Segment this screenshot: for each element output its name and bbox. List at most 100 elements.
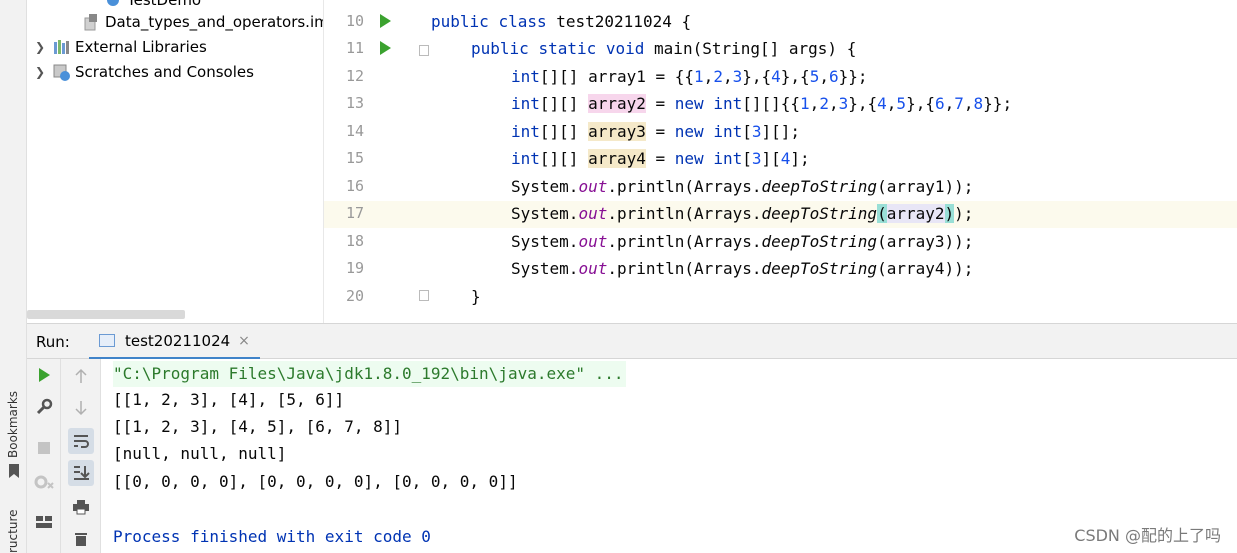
console-line: [[0, 0, 0, 0], [0, 0, 0, 0], [0, 0, 0, 0… [113, 472, 518, 491]
code-token: [][] [539, 149, 589, 168]
left-tool-strip: Bookmarks ructure [0, 0, 27, 553]
iml-file-icon [83, 14, 101, 31]
code-line-16: System.out.println(Arrays.deepToString(a… [511, 173, 973, 200]
structure-tool-label[interactable]: ructure [6, 510, 20, 553]
code-token: , [809, 94, 820, 113]
line-number: 11 [345, 39, 364, 57]
print-icon[interactable] [68, 494, 94, 520]
code-token: , [963, 94, 974, 113]
matched-brace: ) [944, 204, 955, 223]
code-token: 3 [751, 149, 762, 168]
code-token: int [511, 94, 540, 113]
code-token: 4 [771, 67, 781, 86]
code-token: 2 [713, 67, 723, 86]
bookmarks-tool-label[interactable]: Bookmarks [6, 391, 20, 458]
bookmark-icon[interactable] [9, 463, 19, 478]
trash-icon[interactable] [68, 526, 94, 552]
console-line: [[1, 2, 3], [4], [5, 6]] [113, 390, 345, 409]
code-token: [ [742, 122, 752, 141]
code-token: out [578, 259, 608, 278]
code-token: System. [511, 232, 579, 251]
code-token: 1 [800, 94, 810, 113]
code-token: 4 [780, 149, 791, 168]
tree-item-external-libraries[interactable]: ❯ External Libraries [33, 35, 207, 59]
run-main-icon[interactable] [380, 41, 391, 55]
code-token: int [511, 122, 540, 141]
run-tab[interactable]: test20211024 × [89, 324, 260, 360]
code-token: static [538, 39, 597, 58]
code-token: test20211024 { [546, 12, 692, 31]
code-token: new [674, 149, 704, 168]
line-number: 18 [345, 232, 364, 250]
code-line-14: int[][] array3 = new int[3][]; [511, 118, 800, 145]
code-token: deepToString [761, 232, 878, 251]
code-token: = [645, 94, 675, 113]
tree-horizontal-scrollbar[interactable] [27, 310, 185, 319]
line-number: 10 [345, 12, 364, 30]
code-token: public [471, 39, 529, 58]
tree-item-iml-file[interactable]: Data_types_and_operators.iml [83, 10, 323, 34]
close-icon[interactable]: × [238, 333, 250, 349]
code-token: },{ [780, 67, 810, 86]
console-exit-line: Process finished with exit code 0 [113, 527, 431, 546]
soft-wrap-icon[interactable] [68, 428, 94, 454]
wrench-icon[interactable] [31, 394, 57, 420]
code-line-15: int[][] array4 = new int[3][4]; [511, 145, 810, 172]
code-line-19: System.out.println(Arrays.deepToString(a… [511, 255, 973, 282]
code-token: int [713, 122, 743, 141]
code-token: .println(Arrays. [607, 259, 762, 278]
code-editor[interactable]: public class test20211024 { public stati… [425, 0, 1237, 323]
code-token: public [431, 12, 489, 31]
chevron-right-icon[interactable]: ❯ [33, 65, 47, 79]
code-token: (array4)); [877, 259, 974, 278]
console-command-line[interactable]: "C:\Program Files\Java\jdk1.8.0_192\bin\… [113, 361, 626, 387]
project-tree: TestDemo Data_types_and_operators.iml ❯ … [27, 0, 323, 323]
arrow-down-icon[interactable] [68, 395, 94, 421]
scratches-icon [53, 64, 71, 81]
code-token: [][]{{ [742, 94, 801, 113]
matched-brace: ( [877, 204, 887, 223]
code-token: [][] array1 = {{ [539, 67, 695, 86]
variable-array4: array4 [588, 149, 646, 168]
code-token: int [713, 149, 743, 168]
code-token: , [703, 67, 714, 86]
variable-array2: array2 [588, 94, 646, 113]
tree-item-scratches[interactable]: ❯ Scratches and Consoles [33, 60, 254, 84]
run-tool-window-header: Run: test20211024 × [27, 323, 1237, 360]
run-config-icon [99, 334, 115, 347]
chevron-right-icon[interactable]: ❯ [33, 40, 47, 54]
stop-icon[interactable] [31, 435, 57, 461]
code-token: = [645, 122, 675, 141]
line-number: 20 [345, 287, 364, 305]
scroll-to-end-icon[interactable] [68, 460, 94, 486]
code-token: class [498, 12, 547, 31]
code-line-20: } [471, 283, 481, 310]
layout-icon[interactable] [31, 509, 57, 535]
code-token: 2 [819, 94, 829, 113]
code-token: 5 [809, 67, 820, 86]
code-token: , [819, 67, 829, 86]
code-token: 6 [934, 94, 945, 113]
run-class-icon[interactable] [380, 14, 391, 28]
code-token: System. [511, 259, 579, 278]
run-toolbar-secondary [61, 359, 101, 553]
debug-settings-icon[interactable] [31, 469, 57, 495]
code-line-13: int[][] array2 = new int[][]{{1,2,3},{4,… [511, 90, 1012, 117]
console-line: [null, null, null] [113, 444, 287, 463]
line-number: 15 [345, 149, 364, 167]
code-token: System. [511, 204, 579, 223]
code-token: main(String[] args) { [644, 39, 857, 58]
code-token: = [645, 149, 675, 168]
arrow-up-icon[interactable] [68, 363, 94, 389]
code-token: },{ [906, 94, 935, 113]
code-token: 3 [838, 94, 849, 113]
code-token: , [944, 94, 955, 113]
console-output[interactable]: "C:\Program Files\Java\jdk1.8.0_192\bin\… [101, 359, 1237, 553]
code-token: , [886, 94, 897, 113]
code-token: } [471, 287, 481, 306]
line-number: 14 [345, 122, 364, 140]
code-token: ]; [790, 149, 810, 168]
run-icon[interactable] [31, 362, 57, 388]
